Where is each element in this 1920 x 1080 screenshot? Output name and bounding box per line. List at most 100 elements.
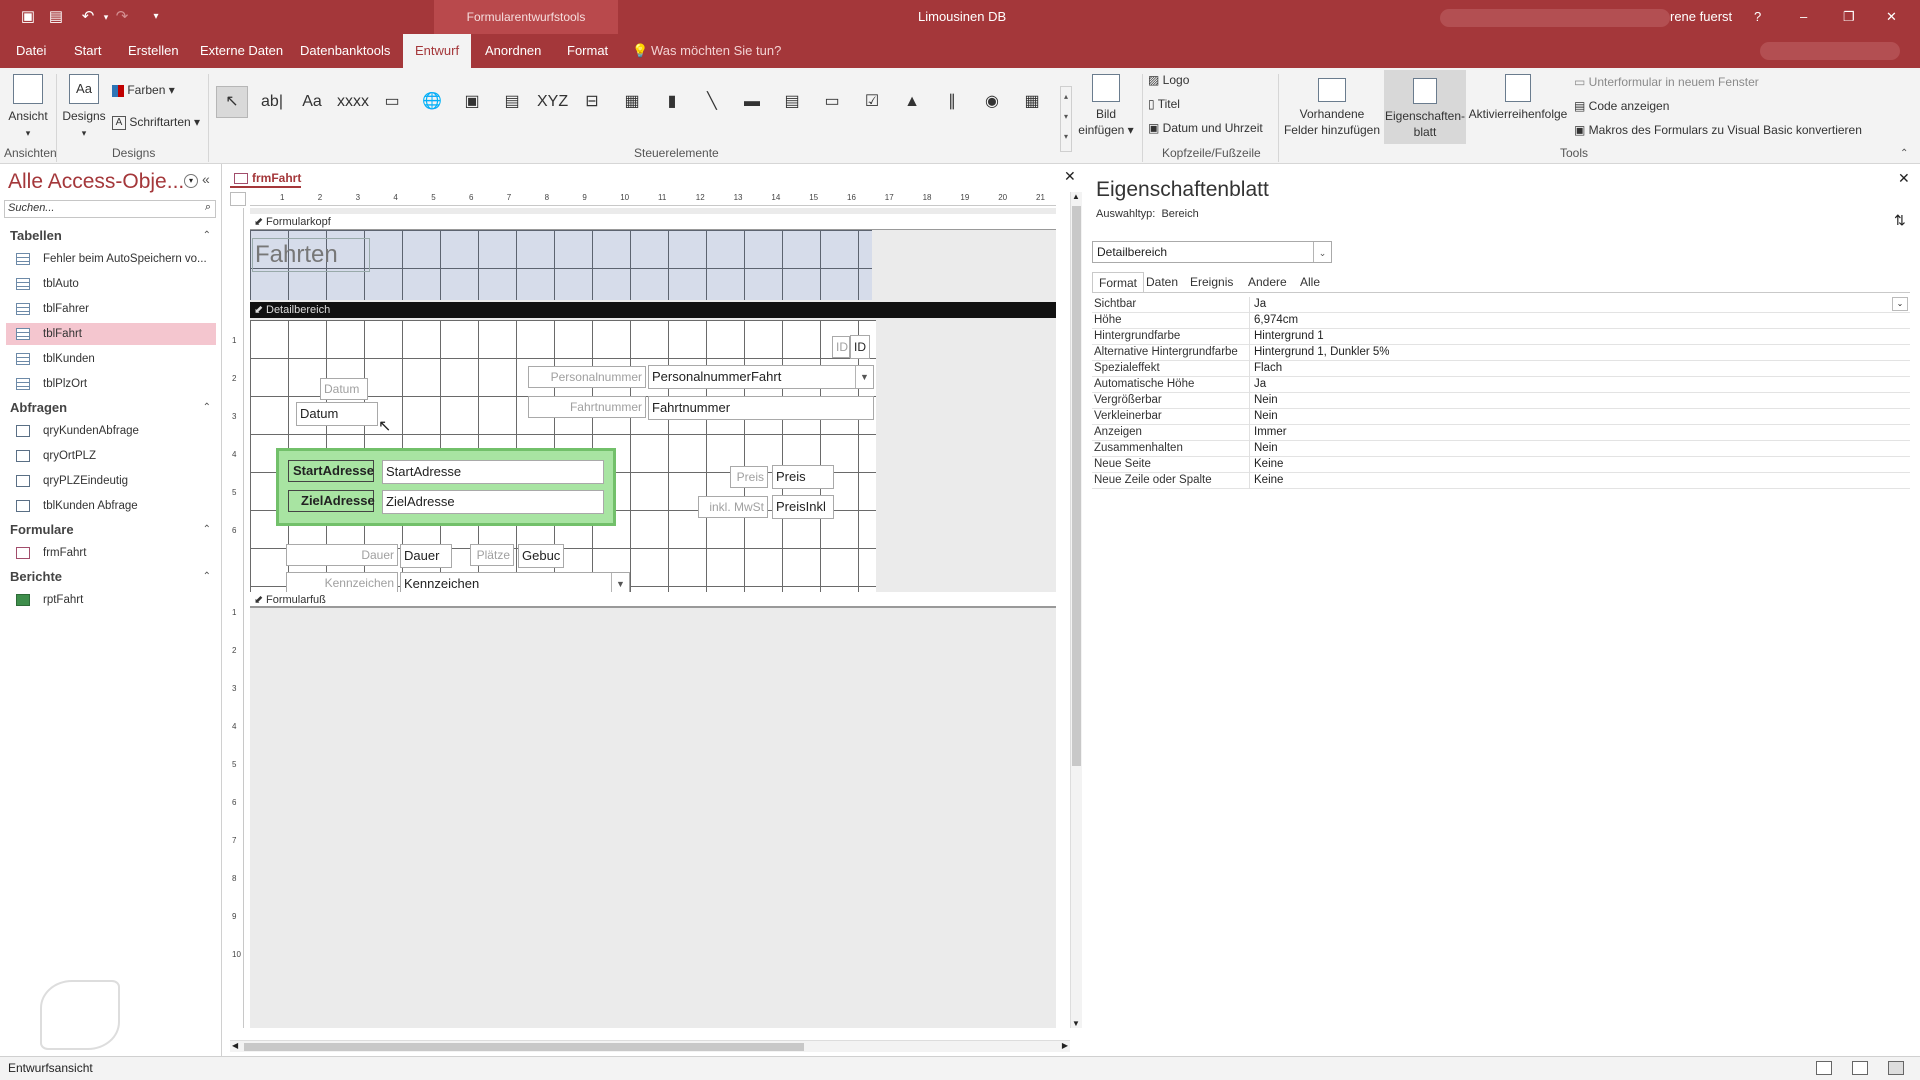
rectangle-control-icon[interactable]: ▭ [816,86,848,118]
chevron-up-icon[interactable]: ⌃ [203,402,211,413]
tab-externe-daten[interactable]: Externe Daten [200,34,283,68]
nav-item[interactable]: tblKunden Abfrage [6,495,216,517]
property-row[interactable]: Neue Seite Keine [1092,457,1910,473]
preis-label[interactable]: Preis [730,466,768,488]
property-value[interactable]: Hintergrund 1, Dunkler 5% [1254,345,1390,360]
close-property-sheet-icon[interactable]: ✕ [1898,170,1910,187]
plaetze-label[interactable]: Plätze [470,544,514,566]
nav-section-tabellen[interactable]: Tabellen [10,228,62,243]
image-control-icon[interactable]: ▲ [896,86,928,118]
property-row[interactable]: Automatische Höhe Ja [1092,377,1910,393]
datum-uhrzeit-button[interactable]: ▣ Datum und Uhrzeit [1148,118,1263,138]
webbrowser-control-icon[interactable]: ▣ [456,86,488,118]
designs-button[interactable]: Aa Designs ▾ [62,74,106,141]
gebucht-textbox[interactable]: Gebuc [518,544,564,568]
property-value[interactable]: Ja [1254,297,1266,312]
form-selector[interactable] [230,192,246,206]
section-formularfuss[interactable]: ⬋ Formularfuß [250,592,1056,608]
schriftarten-button[interactable]: A Schriftarten ▾ [112,112,200,132]
dauer-label[interactable]: Dauer [286,544,398,566]
form-view-icon[interactable]: ▤ [46,7,66,27]
bild-einfuegen-button[interactable]: Bild einfügen ▾ [1076,74,1136,138]
sort-icon[interactable]: ⇅ [1894,212,1906,229]
scroll-right-icon[interactable]: ▶ [1062,1041,1068,1050]
property-value[interactable]: Nein [1254,409,1278,424]
nav-item[interactable]: qryKundenAbfrage [6,420,216,442]
label-control-icon[interactable]: Aa [296,86,328,118]
property-row[interactable]: Alternative Hintergrundfarbe Hintergrund … [1092,345,1910,361]
nav-section-abfragen[interactable]: Abfragen [10,400,67,415]
code-anzeigen-button[interactable]: ▤ Code anzeigen [1574,96,1669,116]
nav-title[interactable]: Alle Access-Obje... [8,170,184,194]
property-row[interactable]: Zusammenhalten Nein [1092,441,1910,457]
property-value[interactable]: 6,974cm [1254,313,1298,328]
section-detailbereich[interactable]: ⬋ Detailbereich [250,302,1056,318]
property-row[interactable]: Höhe 6,974cm [1092,313,1910,329]
undo-icon[interactable]: ↶ [78,7,98,27]
nav-item[interactable]: rptFahrt [6,589,216,611]
property-value[interactable]: Hintergrund 1 [1254,329,1324,344]
textbox-control-icon[interactable]: ab| [256,86,288,118]
property-value[interactable]: Immer [1254,425,1287,440]
tell-me-box[interactable]: Was möchten Sie tun? [651,34,781,68]
page-break-control-icon[interactable]: ⊟ [576,86,608,118]
vorhandene-felder-button[interactable]: Vorhandene Felder hinzufügen [1282,78,1382,138]
scroll-left-icon[interactable]: ◀ [232,1041,238,1050]
option-group-control-icon[interactable]: XYZ [536,86,568,118]
property-row[interactable]: Spezialeffekt Flach [1092,361,1910,377]
property-row[interactable]: Hintergrundfarbe Hintergrund 1 [1092,329,1910,345]
tab-andere[interactable]: Andere [1242,272,1293,292]
collapse-nav-icon[interactable]: « [202,171,210,187]
mwst-label[interactable]: inkl. MwSt [698,496,768,518]
tab-ereignis[interactable]: Ereignis [1184,272,1239,292]
nav-item[interactable]: tblPlzOrt [6,373,216,395]
toggle-control-icon[interactable]: ▬ [736,86,768,118]
tab-format[interactable]: Format [567,34,608,68]
selection-dropdown[interactable]: Detailbereich ⌄ [1092,241,1332,263]
eigenschaftenblatt-button[interactable]: Eigenschaften-blatt [1384,70,1466,144]
aktivierreihenfolge-button[interactable]: Aktivierreihenfolge [1468,74,1568,122]
datum-label[interactable]: Datum [320,378,368,400]
tab-start[interactable]: Start [74,34,101,68]
dropdown-arrow-icon[interactable]: ▼ [855,366,873,388]
chevron-down-icon[interactable]: ⌄ [1313,242,1331,262]
save-icon[interactable]: ▣ [18,7,38,27]
nav-item[interactable]: qryPLZEindeutig [6,470,216,492]
chevron-up-icon[interactable]: ⌃ [203,230,211,241]
preisinkl-textbox[interactable]: PreisInkl [772,495,834,519]
titel-button[interactable]: ▯ Titel [1148,94,1180,114]
document-tab[interactable]: frmFahrt [230,168,302,188]
layout-view-status-icon[interactable] [1852,1061,1868,1075]
personalnummer-label[interactable]: Personalnummer [528,366,646,388]
dauer-textbox[interactable]: Dauer [400,544,452,568]
property-value[interactable]: Keine [1254,473,1283,488]
attachment-control-icon[interactable]: ∥ [936,86,968,118]
form-view-status-icon[interactable] [1816,1061,1832,1075]
property-value[interactable]: Flach [1254,361,1282,376]
nav-item[interactable]: tblFahrt [6,323,216,345]
gallery-scroll[interactable]: ▴ ▾ ▾ [1060,86,1072,152]
property-row[interactable]: Sichtbar Ja [1092,297,1910,313]
horizontal-scrollbar[interactable]: ◀ ▶ [230,1040,1070,1052]
tab-datei[interactable]: Datei [16,34,46,68]
personalnummer-combo[interactable]: PersonalnummerFahrt ▼ [648,365,874,389]
tab-control-icon[interactable]: ▭ [376,86,408,118]
nav-item[interactable]: Fehler beim AutoSpeichern vo... [6,248,216,270]
vertical-scrollbar[interactable]: ▲ ▼ [1070,192,1082,1028]
fahrtnummer-label[interactable]: Fahrtnummer [528,396,646,418]
nav-item[interactable]: tblAuto [6,273,216,295]
hyperlink-control-icon[interactable]: 🌐 [416,86,448,118]
property-value[interactable]: Nein [1254,393,1278,408]
design-view-status-icon[interactable] [1888,1061,1904,1075]
nav-item[interactable]: qryOrtPLZ [6,445,216,467]
tab-datenbanktools[interactable]: Datenbanktools [300,34,390,68]
chevron-up-icon[interactable]: ⌃ [203,571,211,582]
nav-search-input[interactable]: Suchen... [8,202,54,214]
zieladresse-textbox[interactable]: ZielAdresse [382,490,604,514]
farben-button[interactable]: Farben ▾ [112,80,175,100]
tab-format-props[interactable]: Format [1092,272,1145,292]
startadresse-label[interactable]: StartAdresse [288,460,374,482]
property-row[interactable]: Neue Zeile oder Spalte Keine [1092,473,1910,489]
option-control-icon[interactable]: ◉ [976,86,1008,118]
nav-item[interactable]: frmFahrt [6,542,216,564]
